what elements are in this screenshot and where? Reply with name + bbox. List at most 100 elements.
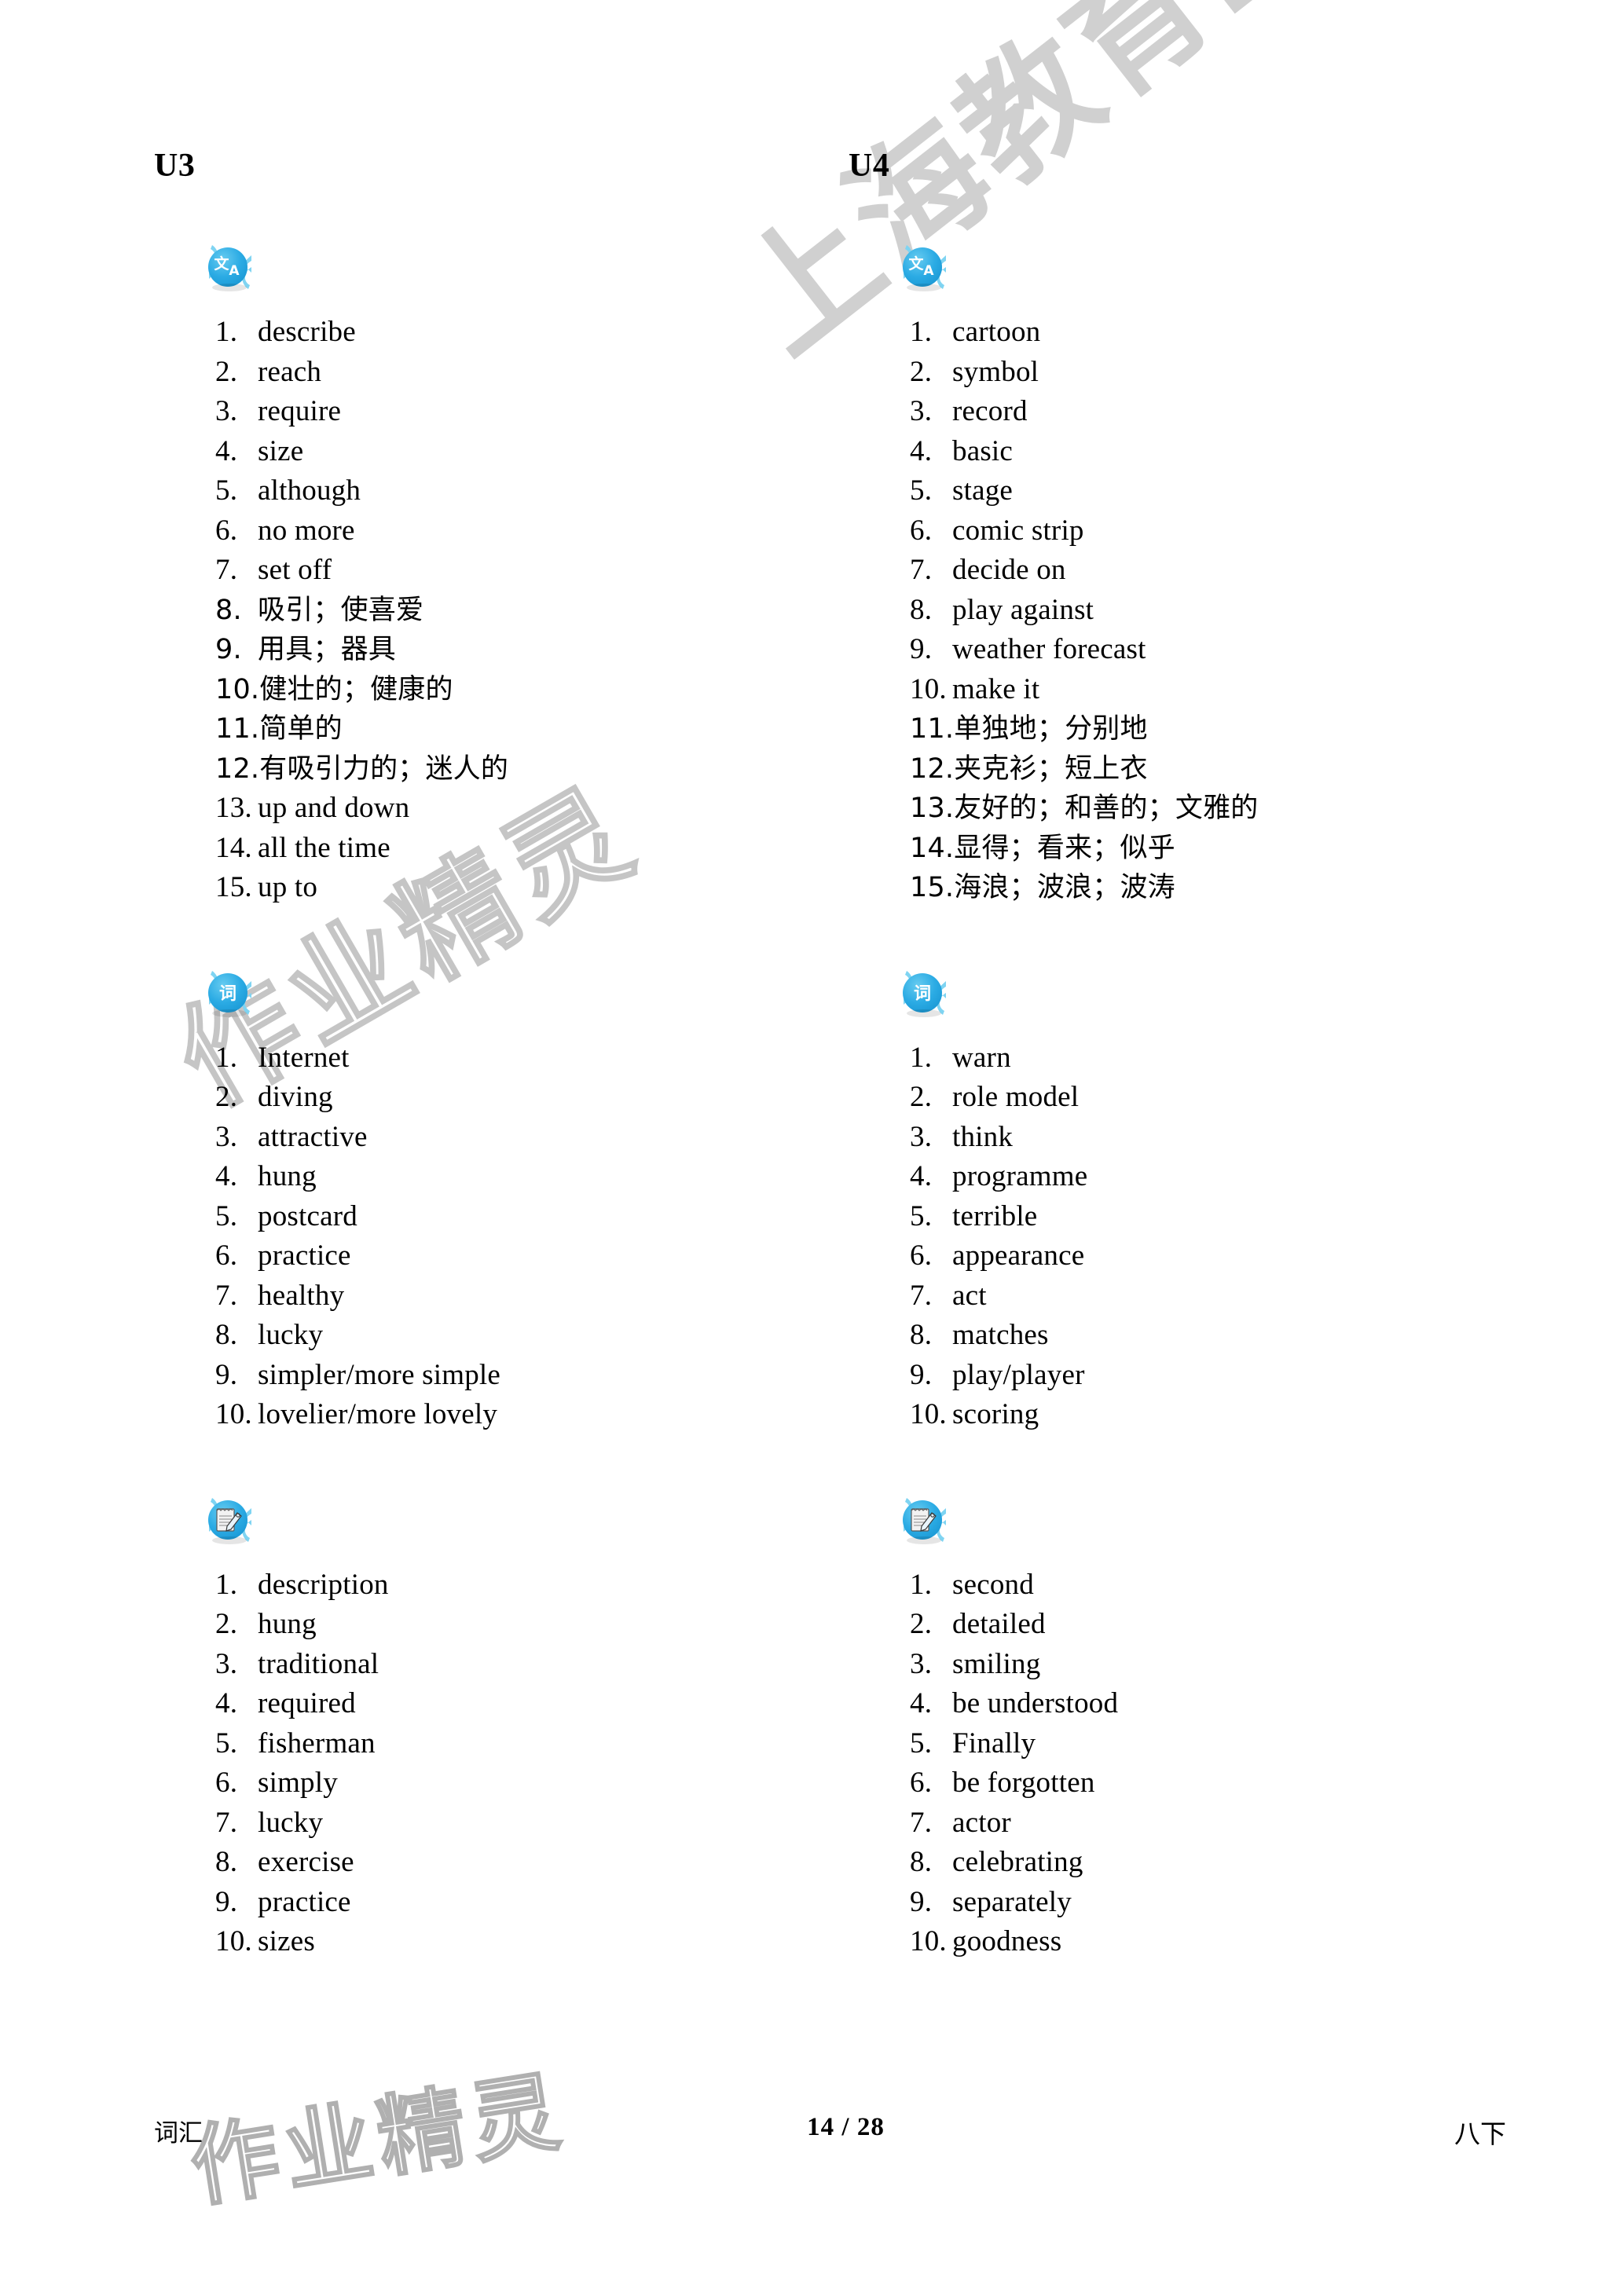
list-item: 2. hung xyxy=(215,1605,806,1645)
item-answer-text: be understood xyxy=(952,1687,1119,1719)
item-number: 6. xyxy=(910,1767,933,1799)
list-item: 2. diving xyxy=(215,1078,806,1118)
item-answer-text: simpler/more simple xyxy=(258,1358,500,1391)
list-item: 5. Finally xyxy=(910,1724,1501,1764)
item-answer-text: sizes xyxy=(258,1925,315,1957)
item-answer-text: celebrating xyxy=(952,1846,1083,1878)
item-number: 2. xyxy=(910,355,933,388)
item-answer-text: goodness xyxy=(952,1925,1062,1957)
list-item: 9. separately xyxy=(910,1883,1501,1923)
item-answer-text: matches xyxy=(952,1319,1049,1351)
item-answer-text: all the time xyxy=(258,831,390,864)
list-item: 4. hung xyxy=(215,1157,806,1197)
list-item: 7. lucky xyxy=(215,1803,806,1844)
item-answer-text: up and down xyxy=(258,792,410,824)
item-answer-text: postcard xyxy=(258,1199,357,1232)
list-item: 8. exercise xyxy=(215,1843,806,1883)
list-item: 14. all the time xyxy=(215,829,806,869)
item-number: 9. xyxy=(910,1885,933,1918)
item-number: 7. xyxy=(215,1279,238,1312)
item-number: 9. xyxy=(910,1358,933,1391)
item-number: 7. xyxy=(910,1806,933,1839)
list-item: 1. Internet xyxy=(215,1038,806,1078)
item-answer-text: record xyxy=(952,395,1028,427)
list-item: 8. play against xyxy=(910,591,1501,631)
item-number: 4. xyxy=(215,1160,238,1192)
item-number: 1. xyxy=(215,1568,238,1601)
list-item: 4. be understood xyxy=(910,1684,1501,1724)
list-item: 5. terrible xyxy=(910,1197,1501,1237)
item-number: 5. xyxy=(910,1727,933,1760)
item-number: 3. xyxy=(215,395,238,427)
list-item: 9. 用具；器具 xyxy=(215,630,806,670)
svg-text:词: 词 xyxy=(914,984,931,1004)
item-number: 5. xyxy=(215,1199,238,1232)
word-icon: 词 xyxy=(880,965,965,1026)
item-number: 10. xyxy=(215,1925,252,1957)
item-number: 3. xyxy=(910,1647,933,1680)
item-number: 5. xyxy=(215,474,238,507)
item-number: 15. xyxy=(910,872,955,903)
list-item: 9. practice xyxy=(215,1883,806,1923)
item-answer-text: role model xyxy=(952,1081,1080,1113)
translate-icon: 文 A xyxy=(880,239,965,300)
item-number: 3. xyxy=(215,1120,238,1153)
answer-list: 1. cartoon 2. symbol 3. record 4. basic 5. stage 6… xyxy=(849,313,1501,908)
item-answer-text: comic strip xyxy=(952,514,1084,547)
unit-column-u3: U3 文 A 1. describe 2. reach 3. require 4. size 5… xyxy=(154,149,806,1962)
list-item: 10. make it xyxy=(910,670,1501,710)
item-answer-text: scoring xyxy=(952,1398,1039,1430)
item-number: 1. xyxy=(215,316,238,348)
item-answer-text: set off xyxy=(258,554,332,586)
item-number: 15. xyxy=(215,871,252,903)
answer-columns: U3 文 A 1. describe 2. reach 3. require 4. size 5… xyxy=(0,0,1624,2296)
list-item: 1. description xyxy=(215,1565,806,1606)
svg-text:文: 文 xyxy=(214,255,229,273)
item-answer-text: healthy xyxy=(258,1279,345,1312)
item-answer-text: describe xyxy=(258,316,356,348)
item-answer-text: play/player xyxy=(952,1358,1085,1391)
item-number: 6. xyxy=(215,1767,238,1799)
item-answer-text: attractive xyxy=(258,1120,368,1153)
item-answer-text: exercise xyxy=(258,1846,354,1878)
item-answer-text: symbol xyxy=(952,355,1039,388)
item-answer-text: 用具；器具 xyxy=(258,634,397,665)
list-item: 13.友好的；和善的；文雅的 xyxy=(910,789,1501,829)
list-item: 6. practice xyxy=(215,1236,806,1276)
item-answer-text: smiling xyxy=(952,1647,1041,1680)
item-number: 3. xyxy=(910,1120,933,1153)
list-item: 2. role model xyxy=(910,1078,1501,1118)
item-number: 4. xyxy=(910,1160,933,1192)
item-number: 1. xyxy=(910,1568,933,1601)
item-number: 10. xyxy=(910,1925,947,1957)
answer-list: 1. Internet 2. diving 3. attractive 4. hung 5. po… xyxy=(154,1038,806,1435)
list-item: 12.有吸引力的；迷人的 xyxy=(215,749,806,789)
footer-grade-label: 八下 xyxy=(1454,2118,1506,2149)
item-number: 13. xyxy=(215,792,252,824)
item-answer-text: 简单的 xyxy=(259,713,343,745)
item-number: 9. xyxy=(910,633,933,665)
item-number: 6. xyxy=(215,1240,238,1272)
answer-section: 1. second 2. detailed 3. smiling 4. be understo… xyxy=(849,1492,1501,1962)
list-item: 2. detailed xyxy=(910,1605,1501,1645)
item-number: 2. xyxy=(215,1081,238,1113)
item-number: 9. xyxy=(215,1885,238,1918)
item-number: 2. xyxy=(910,1081,933,1113)
item-answer-text: act xyxy=(952,1279,987,1312)
item-number: 8. xyxy=(215,1319,238,1351)
item-number: 10. xyxy=(215,673,260,705)
item-number: 9. xyxy=(215,634,242,665)
list-item: 1. cartoon xyxy=(910,313,1501,353)
answer-list: 1. description 2. hung 3. traditional 4. requir… xyxy=(154,1565,806,1962)
item-answer-text: no more xyxy=(258,514,355,547)
answer-section: 1. description 2. hung 3. traditional 4. requir… xyxy=(154,1492,806,1962)
unit-title: U4 xyxy=(849,148,890,184)
item-answer-text: lucky xyxy=(258,1319,324,1351)
worksheet-page: 上海教育出版社 作业精灵 作业精灵 U3 文 A 1. describe 2. rea… xyxy=(0,0,1624,2296)
item-number: 8. xyxy=(215,594,242,626)
item-answer-text: 海浪；波浪；波涛 xyxy=(954,872,1175,903)
unit-column-u4: U4 文 A 1. cartoon 2. symbol 3. record 4. basic 5… xyxy=(849,149,1501,1962)
list-item: 1. warn xyxy=(910,1038,1501,1078)
item-number: 5. xyxy=(215,1727,238,1760)
item-number: 2. xyxy=(215,355,238,388)
